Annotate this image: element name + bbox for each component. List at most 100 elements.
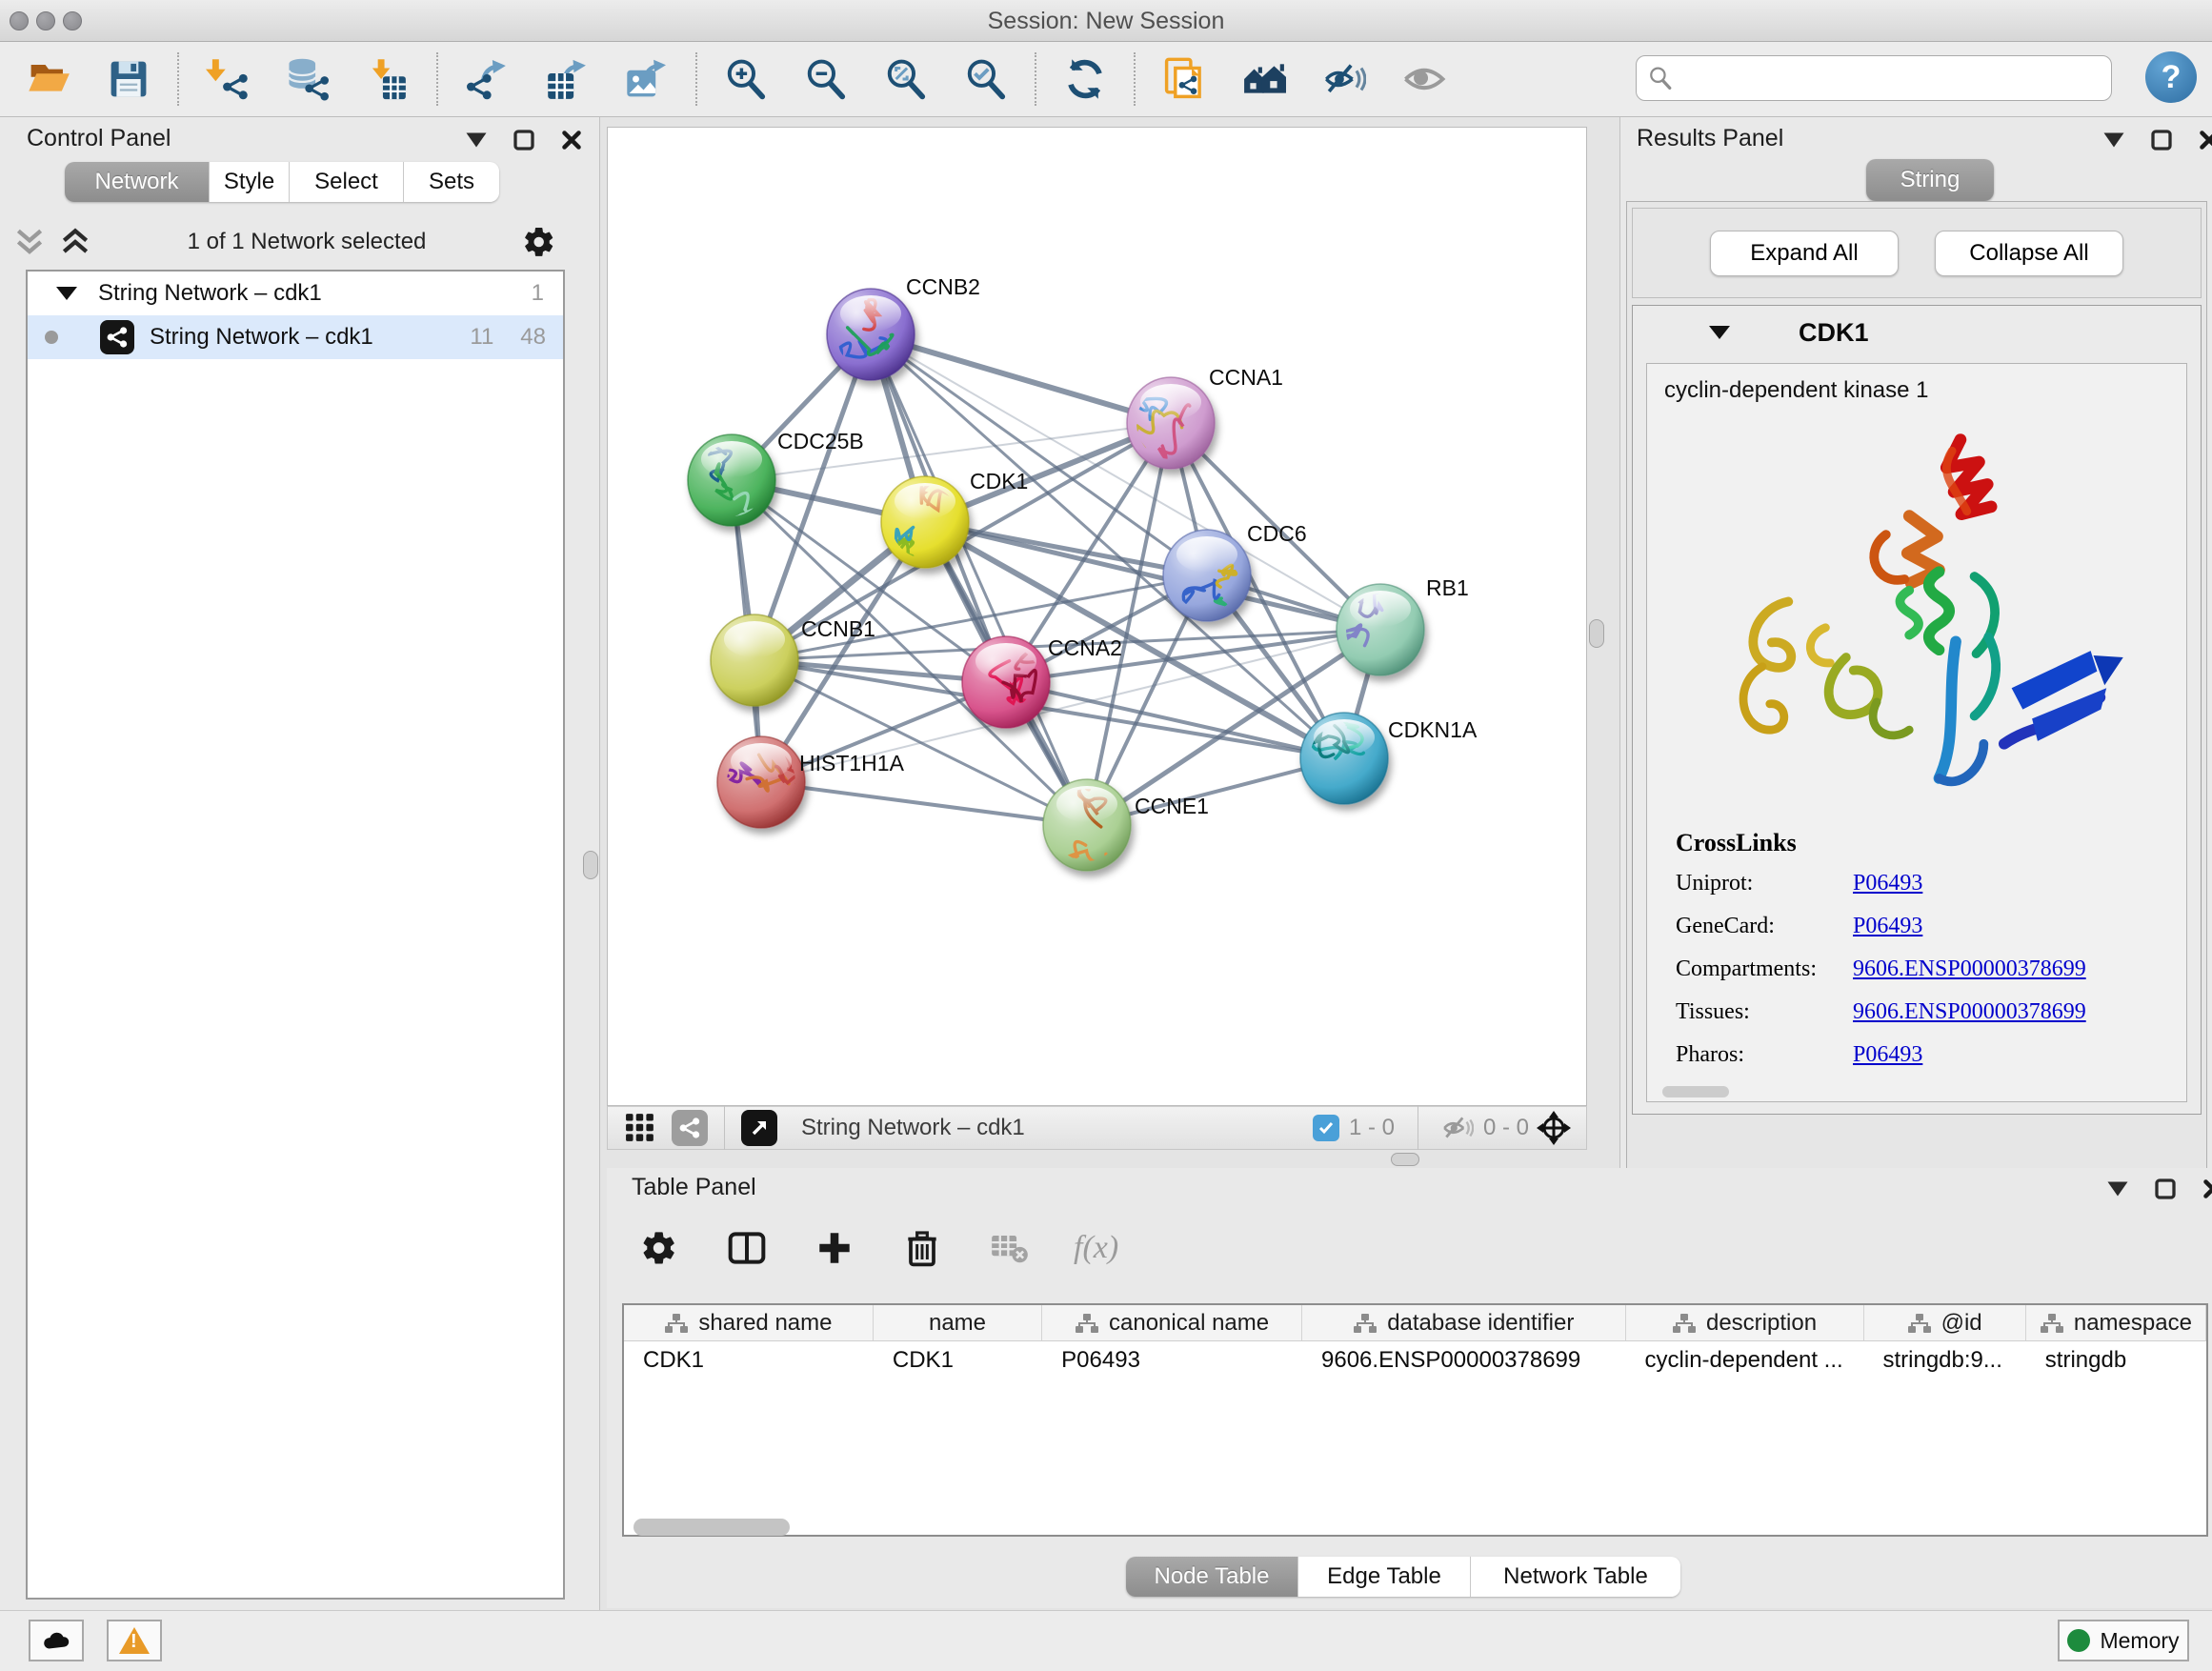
selected-checkbox[interactable] bbox=[1313, 1115, 1339, 1141]
panel-menu-icon[interactable] bbox=[465, 129, 488, 151]
function-builder-button[interactable]: f(x) bbox=[1074, 1230, 1118, 1266]
show-graphics-button[interactable] bbox=[1400, 55, 1448, 103]
open-session-button[interactable] bbox=[25, 55, 72, 103]
export-table-button[interactable] bbox=[543, 55, 591, 103]
network-node-CCNE1[interactable] bbox=[1043, 769, 1131, 871]
left-splitter-grip[interactable] bbox=[583, 851, 598, 879]
tab-edge-table[interactable]: Edge Table bbox=[1298, 1557, 1471, 1597]
network-row[interactable]: String Network – cdk1 11 48 bbox=[28, 315, 563, 359]
import-table-button[interactable] bbox=[364, 55, 412, 103]
column-header-name[interactable]: name bbox=[874, 1305, 1042, 1340]
delete-column-button[interactable] bbox=[898, 1224, 946, 1272]
column-header-namespace[interactable]: namespace bbox=[2026, 1305, 2206, 1340]
table-cell[interactable]: cyclin-dependent ... bbox=[1626, 1341, 1864, 1381]
table-cell[interactable]: 9606.ENSP00000378699 bbox=[1302, 1341, 1626, 1381]
search-input[interactable] bbox=[1680, 66, 2100, 91]
tab-node-table[interactable]: Node Table bbox=[1126, 1557, 1298, 1597]
expand-all-button[interactable]: Expand All bbox=[1710, 231, 1899, 276]
network-thumbnail-button[interactable] bbox=[669, 1107, 711, 1149]
network-node-HIST1H1A[interactable] bbox=[717, 736, 805, 828]
plus-icon bbox=[815, 1229, 854, 1267]
network-options-gear-icon[interactable] bbox=[522, 225, 556, 259]
column-header-shared-name[interactable]: shared name bbox=[624, 1305, 874, 1340]
network-node-CCNA1[interactable] bbox=[1124, 377, 1215, 469]
gene-card-header[interactable]: CDK1 bbox=[1633, 306, 2201, 359]
crosslink-link[interactable]: 9606.ENSP00000378699 bbox=[1853, 999, 2086, 1025]
zoom-fit-button[interactable] bbox=[882, 55, 930, 103]
crosslink-link[interactable]: P06493 bbox=[1853, 871, 1922, 896]
bottom-splitter-grip[interactable] bbox=[1391, 1153, 1419, 1166]
network-node-CCNB2[interactable] bbox=[825, 289, 915, 380]
string-home-button[interactable] bbox=[1240, 55, 1288, 103]
import-database-icon bbox=[286, 57, 330, 101]
export-network-button[interactable] bbox=[463, 55, 511, 103]
zoom-in-button[interactable] bbox=[722, 55, 770, 103]
tab-sets[interactable]: Sets bbox=[404, 162, 499, 202]
apply-layout-button[interactable] bbox=[1061, 55, 1109, 103]
table-cell[interactable]: stringdb bbox=[2026, 1341, 2206, 1381]
float-panel-icon[interactable] bbox=[2154, 1178, 2177, 1200]
network-node-CDK1[interactable] bbox=[864, 476, 969, 568]
duplicate-network-button[interactable] bbox=[1160, 55, 1208, 103]
column-header--id[interactable]: @id bbox=[1864, 1305, 2026, 1340]
collection-expander-icon[interactable] bbox=[56, 287, 77, 300]
create-column-button[interactable] bbox=[811, 1224, 858, 1272]
network-canvas[interactable]: CCNB2CCNA1CDC25BCDK1CDC6RB1CCNB1CCNA2CDK… bbox=[607, 127, 1587, 1106]
table-cell[interactable]: P06493 bbox=[1042, 1341, 1302, 1381]
collapse-all-icon[interactable] bbox=[13, 228, 46, 256]
horizontal-scrollbar-thumb[interactable] bbox=[633, 1519, 790, 1536]
tab-network-table[interactable]: Network Table bbox=[1471, 1557, 1680, 1597]
panel-menu-icon[interactable] bbox=[2106, 1178, 2129, 1200]
detach-view-button[interactable] bbox=[738, 1107, 780, 1149]
float-panel-icon[interactable] bbox=[513, 129, 535, 151]
help-button[interactable]: ? bbox=[2145, 51, 2197, 103]
table-cell[interactable]: stringdb:9... bbox=[1863, 1341, 2025, 1381]
network-node-RB1[interactable] bbox=[1337, 584, 1424, 675]
birdseye-button[interactable] bbox=[1529, 1107, 1579, 1149]
cloud-button[interactable] bbox=[29, 1620, 84, 1661]
show-columns-button[interactable] bbox=[723, 1224, 771, 1272]
column-header-description[interactable]: description bbox=[1626, 1305, 1864, 1340]
panel-menu-icon[interactable] bbox=[2102, 129, 2125, 151]
table-cell[interactable]: CDK1 bbox=[624, 1341, 874, 1381]
collapse-all-button[interactable]: Collapse All bbox=[1935, 231, 2123, 276]
float-panel-icon[interactable] bbox=[2150, 129, 2173, 151]
hide-unhide-button[interactable] bbox=[1320, 55, 1368, 103]
grid-view-button[interactable] bbox=[621, 1109, 659, 1147]
close-panel-icon[interactable] bbox=[560, 129, 583, 151]
expand-all-icon[interactable] bbox=[59, 228, 91, 256]
zoom-selected-button[interactable] bbox=[962, 55, 1010, 103]
scrollbar-thumb[interactable] bbox=[1662, 1086, 1729, 1097]
tab-string[interactable]: String bbox=[1866, 159, 1994, 201]
export-image-icon bbox=[625, 57, 669, 101]
column-header-database-identifier[interactable]: database identifier bbox=[1302, 1305, 1626, 1340]
memory-button[interactable]: Memory bbox=[2058, 1620, 2189, 1661]
node-label-CDKN1A: CDKN1A bbox=[1388, 717, 1478, 742]
table-cell[interactable]: CDK1 bbox=[874, 1341, 1042, 1381]
right-splitter-grip[interactable] bbox=[1589, 619, 1604, 648]
gene-expander-icon[interactable] bbox=[1709, 326, 1730, 339]
crosslink-link[interactable]: P06493 bbox=[1853, 1042, 1922, 1068]
network-collection-row[interactable]: String Network – cdk1 1 bbox=[28, 272, 563, 315]
column-header-canonical-name[interactable]: canonical name bbox=[1042, 1305, 1302, 1340]
delete-table-button[interactable] bbox=[986, 1224, 1034, 1272]
import-network-file-button[interactable] bbox=[204, 55, 251, 103]
crosslink-link[interactable]: 9606.ENSP00000378699 bbox=[1853, 956, 2086, 982]
network-node-CDC25B[interactable] bbox=[688, 434, 775, 526]
zoom-out-button[interactable] bbox=[802, 55, 850, 103]
export-image-button[interactable] bbox=[623, 55, 671, 103]
tab-style[interactable]: Style bbox=[210, 162, 290, 202]
crosslink-link[interactable]: P06493 bbox=[1853, 914, 1922, 939]
save-session-button[interactable] bbox=[105, 55, 152, 103]
close-panel-icon[interactable] bbox=[2198, 129, 2212, 151]
table-row[interactable]: CDK1CDK1P064939606.ENSP00000378699cyclin… bbox=[624, 1341, 2206, 1381]
table-options-button[interactable] bbox=[635, 1224, 683, 1272]
tab-select[interactable]: Select bbox=[290, 162, 404, 202]
tab-network[interactable]: Network bbox=[65, 162, 210, 202]
network-graph[interactable]: CCNB2CCNA1CDC25BCDK1CDC6RB1CCNB1CCNA2CDK… bbox=[608, 128, 1586, 1105]
warnings-button[interactable] bbox=[107, 1620, 162, 1661]
control-panel: Control Panel NetworkStyleSelectSets 1 o… bbox=[0, 117, 600, 1610]
import-network-database-button[interactable] bbox=[284, 55, 332, 103]
close-panel-icon[interactable] bbox=[2202, 1178, 2212, 1200]
network-node-CCNB1[interactable] bbox=[711, 614, 798, 706]
